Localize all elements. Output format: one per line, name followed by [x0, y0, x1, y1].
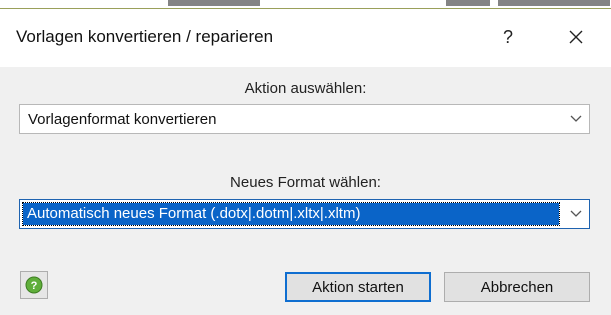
convert-templates-dialog: Vorlagen konvertieren / reparieren ? Akt…	[0, 8, 611, 315]
help-title-button[interactable]: ?	[486, 17, 530, 57]
action-select[interactable]: Vorlagenformat konvertieren	[19, 104, 590, 134]
format-select-value: Automatisch neues Format (.dotx|.dotm|.x…	[22, 202, 560, 226]
background-text-fragment	[168, 0, 260, 6]
chevron-down-icon	[567, 109, 585, 129]
format-select[interactable]: Automatisch neues Format (.dotx|.dotm|.x…	[19, 199, 590, 229]
dialog-title: Vorlagen konvertieren / reparieren	[16, 27, 274, 46]
start-action-button[interactable]: Aktion starten	[285, 272, 431, 302]
help-question-icon: ?	[25, 276, 43, 294]
help-button[interactable]: ?	[20, 271, 48, 299]
chevron-down-icon	[567, 204, 585, 224]
action-label: Aktion auswählen:	[244, 80, 367, 97]
cancel-button[interactable]: Abbrechen	[444, 272, 590, 302]
format-label: Neues Format wählen:	[230, 174, 381, 191]
background-text-fragment	[498, 0, 610, 6]
action-select-value: Vorlagenformat konvertieren	[28, 111, 217, 128]
title-bar: Vorlagen konvertieren / reparieren ?	[0, 9, 611, 67]
background-text-fragment	[446, 0, 490, 6]
close-button[interactable]	[554, 17, 598, 57]
svg-text:?: ?	[31, 280, 38, 292]
close-icon	[569, 30, 583, 44]
